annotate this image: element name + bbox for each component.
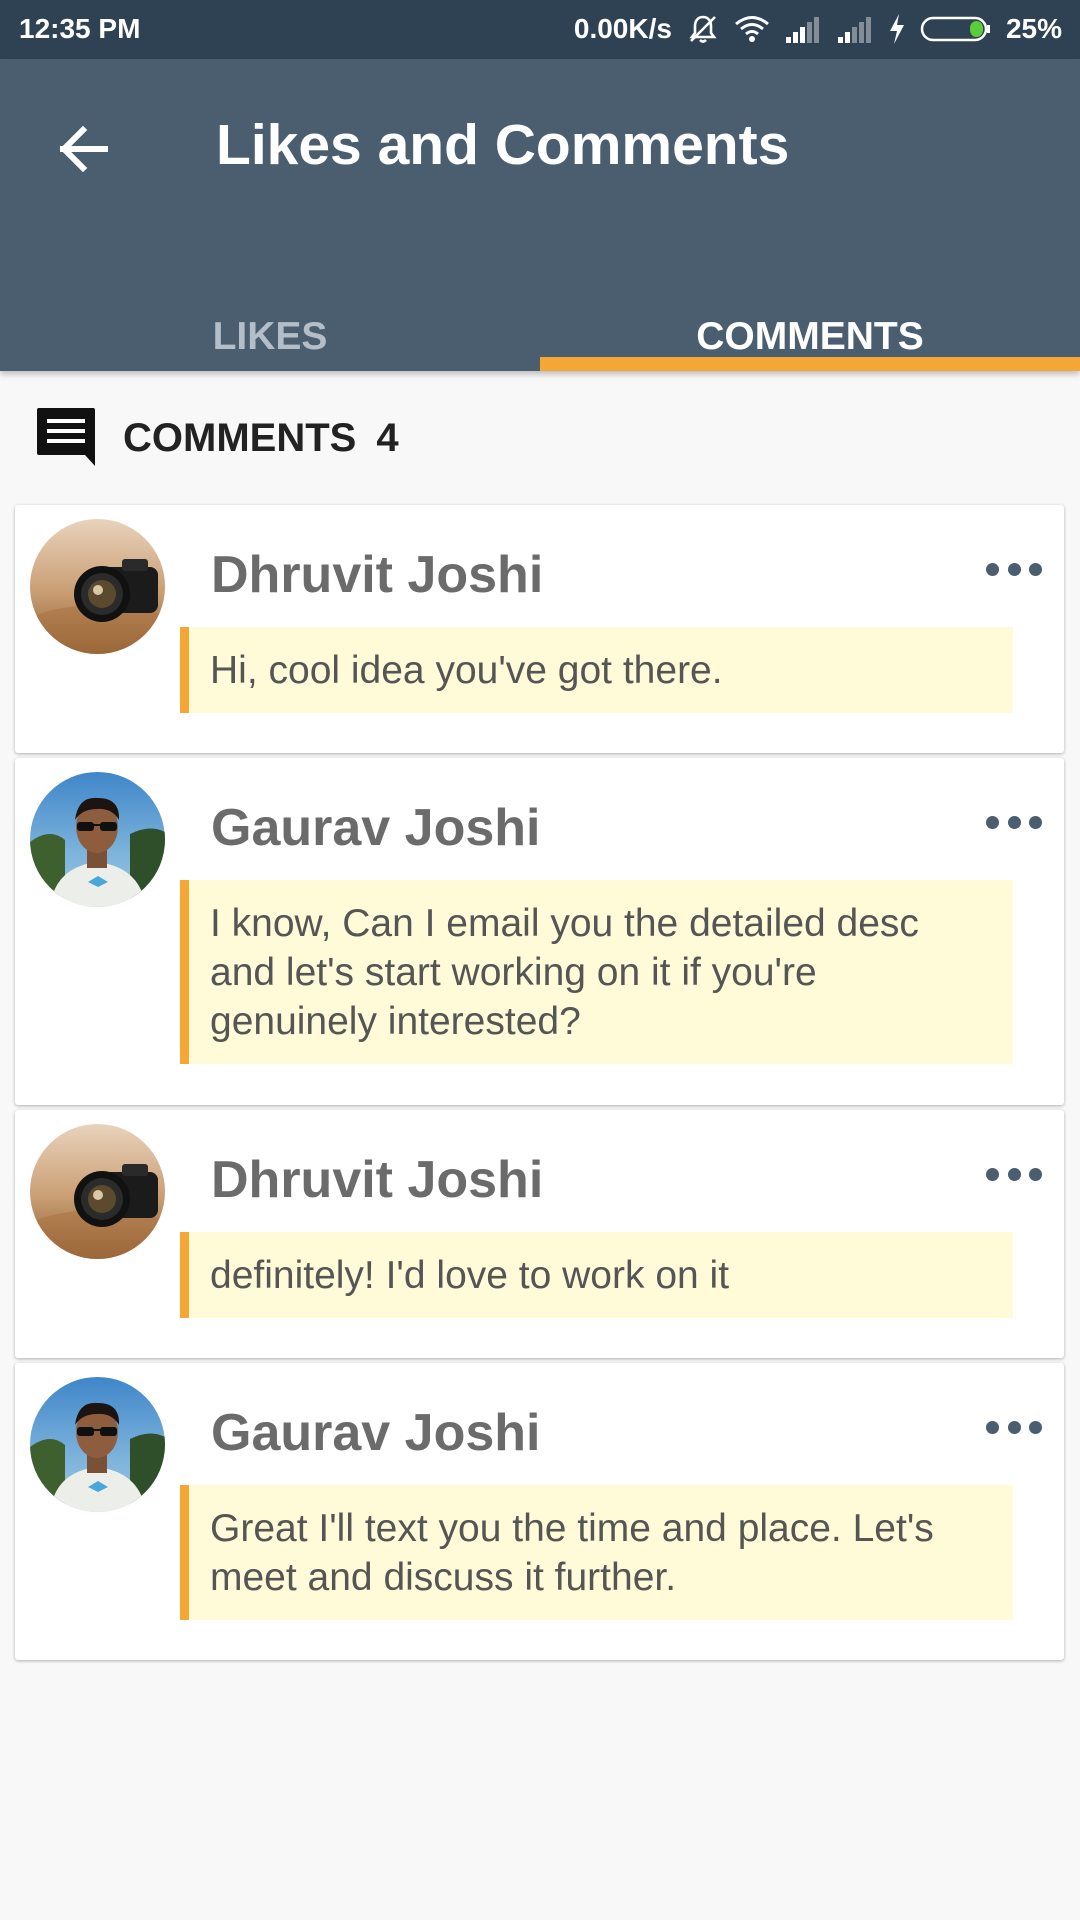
tab-indicator <box>540 357 1080 371</box>
more-dot-icon <box>1007 562 1021 576</box>
network-speed: 0.00K/s <box>573 13 672 44</box>
comment-card: Dhruvit Joshi Hi, cool idea you've got t… <box>15 505 1064 753</box>
comment-card: Gaurav Joshi Great I'll text you the tim… <box>15 1363 1064 1660</box>
more-dot-icon <box>1029 1420 1042 1434</box>
comment-text: Hi, cool idea you've got there. <box>180 627 1013 713</box>
comment-author[interactable]: Dhruvit Joshi <box>211 1150 543 1210</box>
comments-count-label: COMMENTS 4 <box>123 416 399 461</box>
page-title: Likes and Comments <box>216 113 790 177</box>
more-dot-icon <box>1007 815 1021 829</box>
comment-text: I know, Can I email you the detailed des… <box>180 880 1013 1064</box>
charging-icon <box>888 13 906 45</box>
more-dot-icon <box>1007 1167 1021 1181</box>
avatar[interactable] <box>30 1377 165 1512</box>
more-dot-icon <box>986 562 999 576</box>
comment-icon <box>37 408 95 466</box>
tab-likes-label: LIKES <box>212 315 328 358</box>
more-dot-icon <box>986 815 999 829</box>
app-bar: Likes and Comments LIKES COMMENTS <box>0 59 1080 371</box>
wifi-icon <box>734 14 770 44</box>
status-bar: 12:35 PM 0.00K/s 25% <box>0 0 1080 59</box>
battery-percent: 25% <box>1005 13 1062 44</box>
more-options-button[interactable] <box>986 1413 1042 1441</box>
signal-icon <box>784 15 822 43</box>
more-dot-icon <box>986 1167 999 1181</box>
comment-author[interactable]: Gaurav Joshi <box>211 1403 540 1463</box>
arrow-left-icon <box>59 126 108 172</box>
battery-icon <box>920 15 992 43</box>
comments-header: COMMENTS 4 <box>0 400 1080 478</box>
person-avatar <box>30 772 165 907</box>
comment-author[interactable]: Dhruvit Joshi <box>211 545 543 605</box>
back-button[interactable] <box>44 109 124 189</box>
comment-card: Gaurav Joshi I know, Can I email you the… <box>15 758 1064 1105</box>
avatar[interactable] <box>30 519 165 654</box>
status-time: 12:35 PM <box>19 13 141 44</box>
comment-text: definitely! I'd love to work on it <box>180 1232 1013 1318</box>
camera-avatar <box>30 519 165 654</box>
avatar[interactable] <box>30 772 165 907</box>
tab-comments-label: COMMENTS <box>696 315 924 358</box>
comments-count: 4 <box>376 416 399 460</box>
tab-likes[interactable]: LIKES <box>0 273 540 371</box>
more-options-button[interactable] <box>986 1160 1042 1188</box>
signal-icon <box>836 15 874 43</box>
mute-icon <box>686 12 720 46</box>
comment-author[interactable]: Gaurav Joshi <box>211 798 540 858</box>
more-options-button[interactable] <box>986 808 1042 836</box>
more-dot-icon <box>1029 1167 1042 1181</box>
comment-text: Great I'll text you the time and place. … <box>180 1485 1013 1620</box>
more-dot-icon <box>1029 815 1042 829</box>
more-dot-icon <box>1029 562 1042 576</box>
status-icons: 0.00K/s 25% <box>574 10 1062 48</box>
avatar[interactable] <box>30 1124 165 1259</box>
more-dot-icon <box>1007 1420 1021 1434</box>
camera-avatar <box>30 1124 165 1259</box>
more-dot-icon <box>986 1420 999 1434</box>
more-options-button[interactable] <box>986 555 1042 583</box>
person-avatar <box>30 1377 165 1512</box>
comments-label: COMMENTS <box>123 416 357 460</box>
comment-card: Dhruvit Joshi definitely! I'd love to wo… <box>15 1110 1064 1358</box>
